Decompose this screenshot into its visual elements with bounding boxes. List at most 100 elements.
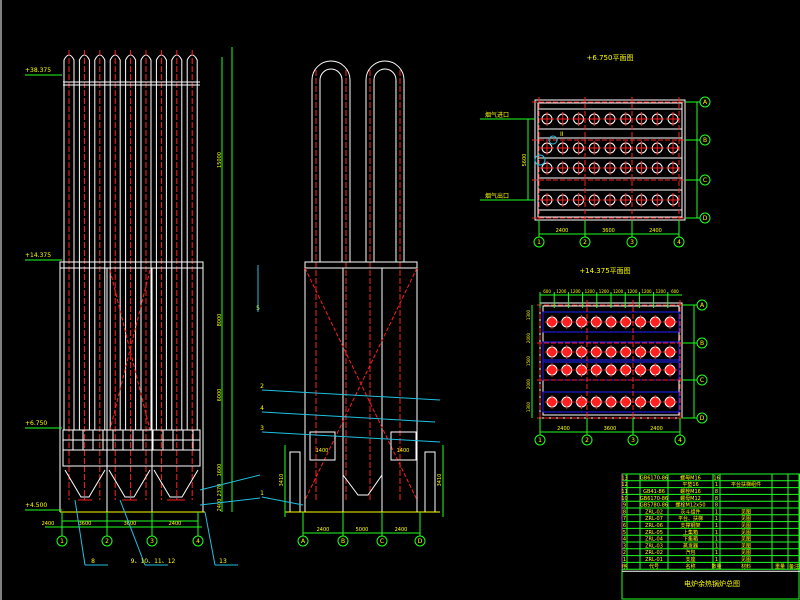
inlet-label: 烟气进口: [485, 111, 509, 119]
table-cell: 见图: [741, 543, 751, 549]
dimension-text: 2400: [395, 527, 408, 533]
table-header: 数量: [711, 563, 721, 570]
dimension-text: 1400: [397, 448, 410, 454]
dimension-text: 3600: [604, 426, 617, 432]
dimension-text: 2000: [526, 378, 531, 389]
axis-label: 4: [196, 538, 200, 545]
table-cell: 螺母M16: [680, 474, 701, 481]
dimension-text: 8000: [217, 314, 223, 327]
dimension-text: 3600: [602, 228, 615, 234]
axis-label: D: [700, 415, 705, 422]
level-label: +14.375: [25, 252, 51, 259]
section-label: II: [560, 131, 564, 138]
table-cell: 支座: [685, 556, 695, 563]
axis-label: C: [700, 377, 704, 384]
dimension-text: 2400: [317, 527, 330, 533]
table-header: 代号: [649, 563, 659, 570]
axis-label: B: [341, 538, 345, 545]
dimension-text: 6000: [217, 389, 223, 402]
callout-number: 3: [260, 425, 264, 432]
axis-label: 4: [678, 437, 682, 444]
table-header: 名称: [685, 563, 695, 570]
table-cell: 见图: [741, 550, 751, 556]
table-cell: 8: [715, 489, 718, 495]
dimension-text: 1200: [570, 289, 581, 294]
cad-drawing: +38.375+14.375+6.750+4.50015000800060001…: [0, 0, 800, 600]
axis-label: 1: [537, 239, 541, 246]
axis-label: 3: [631, 437, 635, 444]
table-cell: 见图: [741, 537, 751, 543]
callout-number: 9、10、11、12: [131, 558, 176, 565]
table-cell: 下集箱: [683, 536, 698, 543]
table-header: 材料: [741, 563, 751, 570]
drawing-title: 电炉余热锅炉总图: [684, 579, 740, 588]
dimension-text: 1200: [627, 289, 638, 294]
table-cell: 平台扶梯组件: [731, 481, 761, 488]
axis-label: B: [703, 137, 707, 144]
table-cell: 平台、扶梯: [678, 515, 703, 522]
table-cell: 2: [623, 550, 626, 556]
callout-number: 13: [219, 558, 227, 565]
dimension-text: 1200: [599, 289, 610, 294]
dimension-text: 3410: [437, 474, 443, 487]
table-cell: 1: [715, 523, 718, 529]
axis-label: 2: [583, 239, 587, 246]
table-cell: GB41-86: [643, 489, 665, 495]
dimension-text: 1200: [585, 289, 596, 294]
axis-label: 3: [630, 239, 634, 246]
table-cell: GB5780-86: [640, 503, 668, 509]
table-cell: 12: [621, 482, 627, 488]
table-cell: GB6170-86: [640, 496, 668, 502]
level-label: +6.750: [25, 420, 47, 427]
table-cell: 见图: [741, 530, 751, 536]
axis-label: 2: [105, 538, 109, 545]
table-header: 重量: [775, 563, 785, 570]
callout-number: 1: [260, 490, 264, 497]
dimension-text: 3600: [79, 521, 92, 527]
table-cell: 13: [621, 475, 627, 481]
outlet-label: 烟气出口: [485, 192, 509, 200]
callout-number: 8: [91, 558, 95, 565]
dimension-text: 15000: [217, 152, 223, 168]
axis-label: D: [418, 538, 423, 545]
callout-number: 2: [260, 383, 264, 390]
dimension-text: 3410: [279, 474, 285, 487]
table-cell: 1: [715, 530, 718, 536]
table-cell: 16: [713, 475, 719, 481]
table-cell: 蒸发器: [683, 542, 698, 549]
table-cell: 螺栓M12x50: [676, 502, 706, 509]
dimension-text: 5000: [356, 527, 369, 533]
axis-label: C: [380, 538, 384, 545]
table-cell: 8: [623, 509, 626, 515]
dimension-text: 2400: [217, 499, 223, 512]
table-cell: 见图: [741, 516, 751, 522]
table-cell: ZRL-04: [645, 537, 663, 543]
dimension-text: 2400: [649, 228, 662, 234]
table-cell: 5: [623, 530, 626, 536]
table-cell: ZRL-02: [645, 550, 663, 556]
table-cell: 见图: [741, 523, 751, 529]
table-cell: 6: [623, 523, 626, 529]
table-cell: 8: [715, 496, 718, 502]
axis-label: 3: [150, 538, 154, 545]
table-cell: 1: [623, 557, 626, 563]
table-cell: 1: [715, 557, 718, 563]
table-cell: 10: [621, 496, 627, 502]
dimension-text: 1300: [526, 401, 531, 412]
dimension-text: 600: [543, 289, 551, 294]
table-cell: 8: [715, 503, 718, 509]
dimension-text: 2000: [526, 332, 531, 343]
axis-label: 4: [677, 239, 681, 246]
table-cell: 3: [623, 543, 626, 549]
table-cell: ZRL-02: [645, 509, 663, 515]
dimension-text: 1600: [217, 464, 223, 477]
dimension-text: 1200: [656, 289, 667, 294]
table-cell: 1: [715, 550, 718, 556]
table-cell: ZRL-03: [645, 543, 663, 549]
table-cell: ZRL-06: [645, 523, 663, 529]
plan-top-title: +6.750平面图: [587, 54, 634, 62]
table-cell: 11: [621, 489, 627, 495]
table-cell: 汽包: [685, 549, 695, 556]
dimension-text: 1300: [526, 309, 531, 320]
table-cell: 螺栓M16: [680, 488, 701, 495]
